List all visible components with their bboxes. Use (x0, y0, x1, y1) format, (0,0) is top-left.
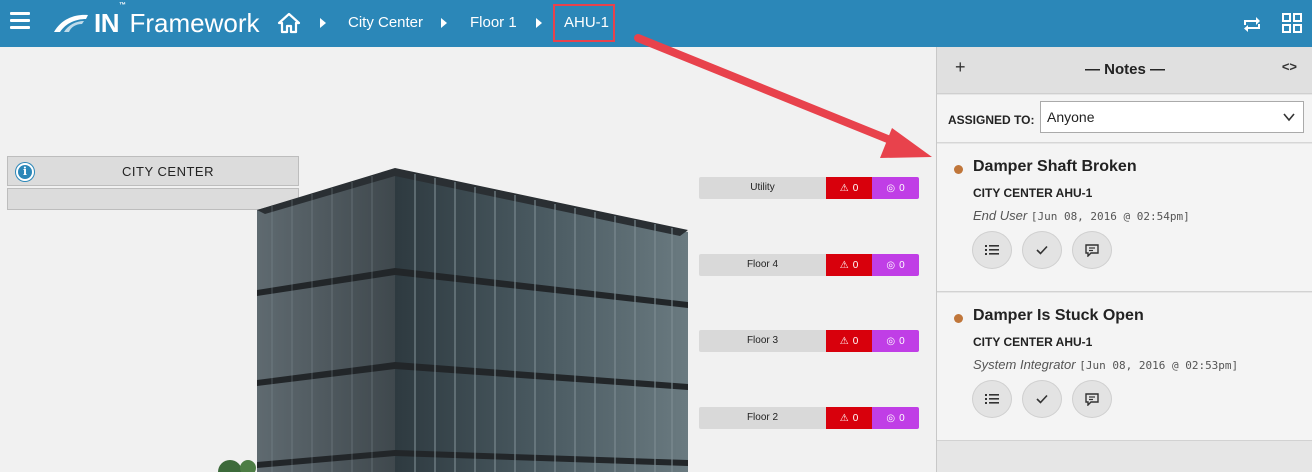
chevron-down-icon (1283, 113, 1295, 122)
assigned-to-row: ASSIGNED TO: Anyone (937, 95, 1312, 143)
warning-icon: ⚠ (839, 259, 849, 271)
home-icon[interactable] (277, 11, 301, 35)
note-card: Damper Is Stuck Open CITY CENTER AHU-1 S… (937, 293, 1312, 441)
note-details-button[interactable] (972, 231, 1012, 269)
floor-alarm-badge[interactable]: ⚠ 0 (826, 407, 872, 429)
floor-row-floor-3: Floor 3 ⚠ 0 ◎ 0 (699, 330, 919, 352)
swap-icon[interactable] (1241, 12, 1263, 34)
comment-icon (1085, 393, 1099, 406)
floor-note-badge[interactable]: ◎ 0 (872, 177, 919, 199)
note-comment-button[interactable] (1072, 231, 1112, 269)
note-user: System Integrator (973, 357, 1076, 372)
breadcrumb-separator-icon (441, 18, 447, 28)
floor-alarm-badge[interactable]: ⚠ 0 (826, 254, 872, 276)
list-icon (985, 394, 999, 404)
assigned-to-label: ASSIGNED TO: (948, 113, 1035, 127)
floor-row-utility: Utility ⚠ 0 ◎ 0 (699, 177, 919, 199)
floor-name-button[interactable]: Floor 2 (699, 407, 826, 429)
building-image (218, 168, 688, 472)
floor-note-badge[interactable]: ◎ 0 (872, 254, 919, 276)
notes-header: + — Notes — <> (937, 47, 1312, 94)
list-icon (985, 245, 999, 255)
note-user: End User (973, 208, 1028, 223)
top-bar: IN™ Framework City Center Floor 1 AHU-1 (0, 0, 1312, 47)
note-details-button[interactable] (972, 380, 1012, 418)
note-status-dot (954, 314, 963, 323)
breadcrumb-city-center[interactable]: City Center (348, 14, 423, 31)
note-meta: End User [Jun 08, 2016 @ 02:54pm] (973, 208, 1190, 223)
note-resolve-button[interactable] (1022, 231, 1062, 269)
breadcrumb-floor-1[interactable]: Floor 1 (470, 14, 517, 31)
check-icon (1036, 394, 1048, 404)
note-title[interactable]: Damper Shaft Broken (973, 158, 1137, 176)
note-title[interactable]: Damper Is Stuck Open (973, 307, 1144, 325)
floor-name-button[interactable]: Utility (699, 177, 826, 199)
floor-note-badge[interactable]: ◎ 0 (872, 330, 919, 352)
logo-in-text: IN™ (94, 1, 126, 38)
note-timestamp: [Jun 08, 2016 @ 02:54pm] (1030, 210, 1190, 223)
floor-alarm-badge[interactable]: ⚠ 0 (826, 177, 872, 199)
note-status-dot (954, 165, 963, 174)
note-location: CITY CENTER AHU-1 (973, 186, 1093, 200)
target-icon: ◎ (886, 335, 896, 347)
warning-icon: ⚠ (839, 335, 849, 347)
note-timestamp: [Jun 08, 2016 @ 02:53pm] (1079, 359, 1239, 372)
breadcrumb-separator-icon (320, 18, 326, 28)
breadcrumb-separator-icon (536, 18, 542, 28)
assigned-to-select[interactable]: Anyone (1040, 101, 1304, 133)
warning-icon: ⚠ (839, 412, 849, 424)
notes-panel: + — Notes — <> ASSIGNED TO: Anyone Dampe… (936, 47, 1312, 472)
floor-row-floor-4: Floor 4 ⚠ 0 ◎ 0 (699, 254, 919, 276)
target-icon: ◎ (886, 182, 896, 194)
comment-icon (1085, 244, 1099, 257)
note-card: Damper Shaft Broken CITY CENTER AHU-1 En… (937, 144, 1312, 292)
logo-framework-text: Framework (129, 7, 260, 38)
check-icon (1036, 245, 1048, 255)
toggle-panel-button[interactable]: <> (1282, 59, 1297, 74)
info-icon[interactable]: i (16, 163, 34, 181)
logo-swoosh-icon (54, 14, 88, 32)
breadcrumb-highlight-box (553, 4, 615, 42)
assigned-to-value: Anyone (1047, 109, 1095, 125)
note-comment-button[interactable] (1072, 380, 1112, 418)
grid-icon[interactable] (1281, 12, 1303, 34)
floor-row-floor-2: Floor 2 ⚠ 0 ◎ 0 (699, 407, 919, 429)
note-meta: System Integrator [Jun 08, 2016 @ 02:53p… (973, 357, 1238, 372)
floor-name-button[interactable]: Floor 4 (699, 254, 826, 276)
floor-alarm-badge[interactable]: ⚠ 0 (826, 330, 872, 352)
warning-icon: ⚠ (839, 182, 849, 194)
target-icon: ◎ (886, 259, 896, 271)
floor-name-button[interactable]: Floor 3 (699, 330, 826, 352)
notes-title: — Notes — (1084, 61, 1165, 78)
note-resolve-button[interactable] (1022, 380, 1062, 418)
note-location: CITY CENTER AHU-1 (973, 335, 1093, 349)
target-icon: ◎ (886, 412, 896, 424)
app-logo: IN™ Framework (52, 1, 260, 38)
menu-icon[interactable] (10, 12, 30, 30)
floor-note-badge[interactable]: ◎ 0 (872, 407, 919, 429)
